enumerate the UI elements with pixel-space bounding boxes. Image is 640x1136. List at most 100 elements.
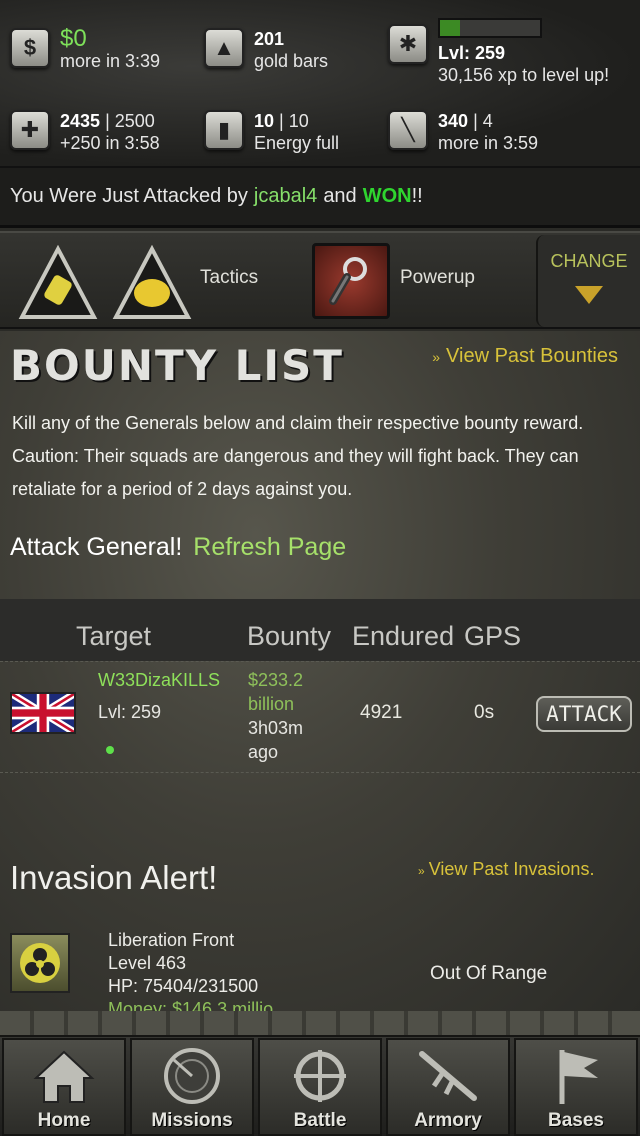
bounty-content: BOUNTY LIST » View Past Bounties Kill any… (0, 331, 640, 1011)
dollar-icon: $ (10, 28, 50, 68)
stamina-stat[interactable]: ╲ 340 | 4 more in 3:59 (388, 110, 538, 154)
view-past-bounties-link[interactable]: » View Past Bounties (432, 345, 618, 368)
nav-tab-label: Bases (548, 1110, 604, 1131)
nav-tab-missions[interactable]: Missions (130, 1038, 254, 1136)
online-status-icon (106, 746, 114, 754)
stamina-icon: ╲ (388, 110, 428, 150)
invader-level: Level 463 (108, 953, 187, 973)
tactics-bar: Tactics Powerup CHANGE (0, 231, 640, 329)
stamina-max: | 4 (473, 111, 493, 131)
notice-prefix: You Were Just Attacked by (10, 185, 248, 207)
nav-divider (0, 1011, 640, 1037)
invader-hp: HP: 75404/231500 (108, 976, 259, 996)
badge-icon: ✱ (388, 24, 428, 64)
notice-mid: and (323, 185, 357, 207)
attacker-name[interactable]: jcabal4 (254, 185, 317, 208)
energy-value: 10 (254, 111, 275, 131)
health-icon: ✚ (10, 110, 50, 150)
nav-tab-home[interactable]: Home (2, 1038, 126, 1136)
refresh-page-link[interactable]: Refresh Page (193, 533, 346, 561)
nav-tab-label: Armory (414, 1110, 482, 1131)
cash-stat[interactable]: $ $0 more in 3:39 (10, 25, 161, 72)
target-name[interactable]: W33DizaKILLS (98, 670, 220, 691)
double-chevron-icon: » (418, 864, 425, 878)
stamina-timer: more in 3:59 (438, 133, 539, 153)
helmet-tactic-icon (112, 244, 192, 319)
invasion-status: Out Of Range (430, 963, 548, 984)
rifle-icon (419, 1051, 477, 1101)
energy-icon: ▮ (204, 110, 244, 150)
health-value: 2435 (60, 111, 101, 131)
cash-value: $0 (60, 25, 87, 52)
status-header: $ $0 more in 3:39 ▲ 201 gold bars ✱ Lvl:… (0, 0, 640, 168)
col-gps: GPS (464, 621, 522, 651)
double-chevron-icon: » (432, 349, 441, 365)
xp-remaining: 30,156 xp to level up! (438, 65, 610, 85)
energy-stat[interactable]: ▮ 10 | 10 Energy full (204, 110, 339, 154)
cash-timer: more in 3:39 (60, 51, 161, 71)
col-endured: Endured (352, 621, 455, 651)
ammo-tactic-icon (18, 244, 98, 319)
nav-tab-label: Missions (151, 1110, 233, 1131)
past-invasions-label: View Past Invasions. (428, 859, 595, 879)
invader-name: Liberation Front (108, 930, 235, 950)
bounty-table-header: Target Bounty Endured GPS (0, 599, 640, 661)
bounty-amount-line2: billion (248, 694, 295, 714)
col-target: Target (76, 621, 152, 651)
nav-tab-armory[interactable]: Armory (386, 1038, 510, 1136)
crosshair-icon (294, 1050, 346, 1102)
table-row: W33DizaKILLS Lvl: 259 $233.2 billion 3h0… (0, 661, 640, 773)
endured-value: 4921 (360, 702, 403, 723)
invasion-title: Invasion Alert! (10, 859, 218, 896)
tactics-label: Tactics (200, 267, 259, 288)
past-bounties-label: View Past Bounties (446, 345, 618, 367)
stamina-value: 340 (438, 111, 469, 131)
uk-flag-icon (10, 692, 76, 734)
grenade-powerup-icon (329, 257, 367, 305)
target-level: Lvl: 259 (98, 702, 162, 722)
tactic-slot-2[interactable] (112, 244, 192, 321)
attack-general-line: Attack General! Refresh Page (10, 533, 346, 562)
health-stat[interactable]: ✚ 2435 | 2500 +250 in 3:58 (10, 110, 160, 154)
level-value: Lvl: 259 (438, 43, 506, 63)
view-past-invasions-link[interactable]: » View Past Invasions. (418, 859, 594, 880)
notice-result: WON (362, 185, 412, 207)
attack-general-label: Attack General! (10, 533, 183, 561)
biohazard-icon (10, 933, 70, 993)
gold-value: 201 (254, 29, 285, 49)
level-stat[interactable]: ✱ Lvl: 259 30,156 xp to level up! (388, 18, 609, 86)
change-label: CHANGE (550, 251, 628, 271)
tactic-slot-1[interactable] (18, 244, 98, 321)
attack-button[interactable]: ATTACK (536, 696, 632, 732)
dropdown-arrow-icon (575, 286, 603, 304)
invader-money: Money: $146.3 millio (108, 999, 274, 1011)
bounty-description: Kill any of the Generals below and claim… (12, 413, 584, 499)
health-regen: +250 in 3:58 (60, 133, 160, 153)
bounty-age-line2: ago (248, 742, 279, 762)
change-button[interactable]: CHANGE (536, 235, 640, 327)
nav-tab-bases[interactable]: Bases (514, 1038, 638, 1136)
bounty-amount-line1: $233.2 (248, 670, 304, 690)
bounty-age-line1: 3h03m (248, 718, 304, 738)
powerup-label: Powerup (400, 267, 475, 288)
bounty-title: BOUNTY LIST (10, 341, 344, 390)
nav-tab-battle[interactable]: Battle (258, 1038, 382, 1136)
notice-suffix: !! (411, 185, 423, 207)
invasion-row[interactable]: Liberation Front Level 463 HP: 75404/231… (0, 927, 640, 1011)
gold-stat[interactable]: ▲ 201 gold bars (204, 28, 328, 72)
invasion-info: Liberation Front Level 463 HP: 75404/231… (108, 929, 273, 1011)
bounty-amount: $233.2 billion 3h03m ago (248, 668, 303, 764)
radar-icon (164, 1048, 220, 1104)
xp-progress-bar (438, 18, 542, 38)
col-bounty: Bounty (247, 621, 332, 651)
powerup-slot[interactable] (312, 243, 390, 319)
nav-tab-label: Home (37, 1110, 91, 1131)
energy-max: | 10 (279, 111, 309, 131)
energy-status: Energy full (254, 133, 340, 153)
home-icon (33, 1050, 95, 1103)
attack-notice[interactable]: You Were Just Attacked by jcabal4 and WO… (0, 168, 640, 228)
flag-icon (559, 1050, 598, 1104)
gold-icon: ▲ (204, 28, 244, 68)
gold-label: gold bars (254, 51, 329, 71)
gps-value: 0s (474, 702, 495, 723)
